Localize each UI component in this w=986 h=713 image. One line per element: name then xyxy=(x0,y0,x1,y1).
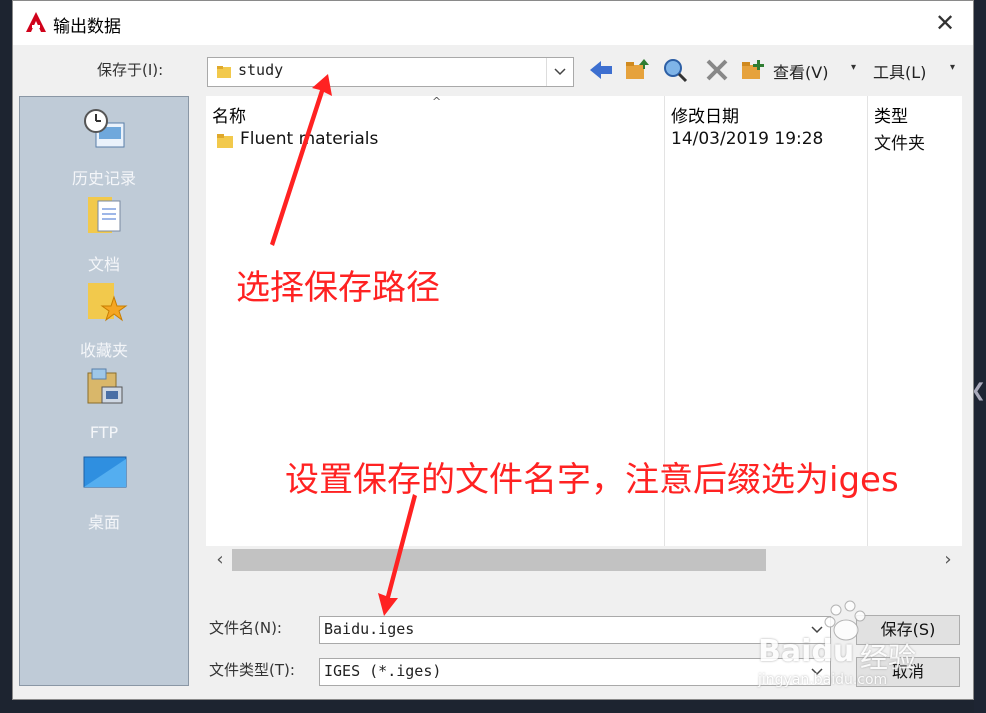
folder-icon xyxy=(217,66,231,78)
file-modified: 14/03/2019 19:28 xyxy=(671,129,824,149)
tools-menu[interactable]: 工具(L) xyxy=(873,59,926,83)
up-folder-icon[interactable] xyxy=(623,56,651,84)
watermark-brand: Baidu xyxy=(758,634,855,669)
save-in-combo[interactable]: study xyxy=(207,57,574,87)
watermark-brand-cn: 经验 xyxy=(860,641,917,674)
background-window-edge xyxy=(974,0,986,713)
search-web-icon[interactable] xyxy=(661,56,689,84)
delete-icon[interactable] xyxy=(703,56,731,84)
save-in-label: 保存于(I): xyxy=(97,61,164,79)
scroll-left-icon[interactable]: ‹ xyxy=(208,546,232,574)
file-list[interactable]: ^ 名称 修改日期 类型 Fluent materials 14/03/2019… xyxy=(206,95,962,574)
place-ftp[interactable]: FTP xyxy=(20,365,188,451)
filetype-label: 文件类型(T): xyxy=(209,661,295,679)
tools-dropdown-icon[interactable]: ▾ xyxy=(950,62,955,73)
view-dropdown-icon[interactable]: ▾ xyxy=(851,62,856,73)
place-documents[interactable]: 文档 xyxy=(20,193,188,279)
dialog-title: 输出数据 xyxy=(53,17,121,37)
export-data-dialog: 输出数据 ✕ 保存于(I): study 查看(V) ▾ 工具(L) ▾ 历史记… xyxy=(12,0,974,700)
place-label: 桌面 xyxy=(87,513,120,532)
horizontal-scrollbar[interactable]: ‹ › xyxy=(206,546,962,574)
back-arrow-icon[interactable] xyxy=(587,56,615,84)
places-bar: 历史记录 文档 收藏夹 FTP 桌面 xyxy=(19,96,189,686)
place-label: 收藏夹 xyxy=(79,341,128,360)
file-name: Fluent materials xyxy=(240,129,379,149)
file-row[interactable]: Fluent materials 14/03/2019 19:28 文件夹 xyxy=(206,126,946,154)
place-label: 历史记录 xyxy=(71,169,136,188)
column-header-type[interactable]: 类型 xyxy=(874,102,908,127)
filename-label: 文件名(N): xyxy=(209,619,282,637)
desktop-icon xyxy=(83,456,127,488)
save-in-value: study xyxy=(238,61,284,79)
history-icon xyxy=(84,109,125,148)
documents-icon xyxy=(88,197,121,233)
sort-ascending-icon: ^ xyxy=(432,95,442,108)
new-folder-icon[interactable] xyxy=(739,56,767,84)
ftp-icon xyxy=(87,368,123,404)
column-header-name[interactable]: 名称 xyxy=(212,102,246,127)
filetype-value: IGES (*.iges) xyxy=(324,662,442,680)
file-type: 文件夹 xyxy=(874,134,925,154)
scroll-right-icon[interactable]: › xyxy=(936,546,960,574)
column-header-modified[interactable]: 修改日期 xyxy=(671,102,739,127)
autocad-logo-icon xyxy=(26,12,46,32)
favorites-icon xyxy=(88,283,128,322)
annotation-path-note: 选择保存路径 xyxy=(236,268,440,308)
baidu-watermark: Baidu 经验 jingyan.baidu.com xyxy=(748,596,938,696)
chevron-down-icon[interactable] xyxy=(546,58,573,86)
folder-icon xyxy=(217,134,233,148)
watermark-url: jingyan.baidu.com xyxy=(758,672,888,688)
place-desktop[interactable]: 桌面 xyxy=(20,451,188,537)
place-history[interactable]: 历史记录 xyxy=(20,107,188,193)
scrollbar-thumb[interactable] xyxy=(232,549,766,571)
filename-value: Baidu.iges xyxy=(324,620,415,638)
title-bar: 输出数据 ✕ xyxy=(13,1,973,45)
close-button[interactable]: ✕ xyxy=(931,9,959,37)
annotation-name-note: 设置保存的文件名字，注意后缀选为iges xyxy=(285,460,899,500)
place-favorites[interactable]: 收藏夹 xyxy=(20,279,188,365)
place-label: FTP xyxy=(89,423,119,442)
place-label: 文档 xyxy=(87,255,120,274)
view-menu[interactable]: 查看(V) xyxy=(773,59,828,83)
